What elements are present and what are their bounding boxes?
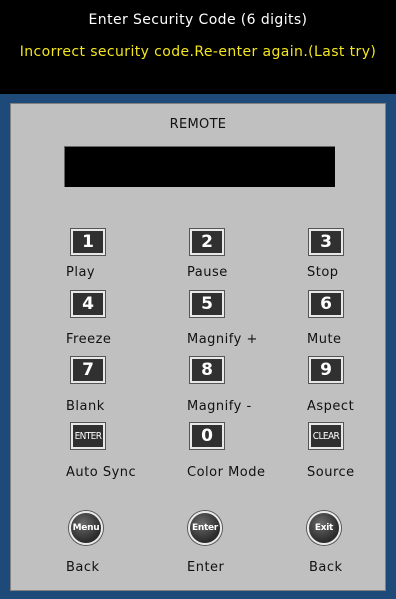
incorrect-code-warning: Incorrect security code.Re-enter again.(… xyxy=(19,44,377,60)
key-3-label: Stop xyxy=(307,265,339,280)
key-0-button[interactable]: 0 xyxy=(189,422,225,450)
security-code-title: Enter Security Code (6 digits) xyxy=(88,12,308,28)
key-6-label: Mute xyxy=(307,332,342,347)
key-5-button[interactable]: 5 xyxy=(189,290,225,318)
key-1-button[interactable]: 1 xyxy=(70,228,106,256)
key-1-label: Play xyxy=(66,265,96,280)
enter-key-label: Auto Sync xyxy=(66,465,137,480)
key-7-label: Blank xyxy=(66,399,105,414)
key-3-button[interactable]: 3 xyxy=(308,228,344,256)
code-display xyxy=(64,146,335,187)
clear-key-label: Source xyxy=(307,465,355,480)
key-5-label: Magnify + xyxy=(187,332,258,347)
key-4-label: Freeze xyxy=(66,332,112,347)
key-4-button[interactable]: 4 xyxy=(70,290,106,318)
remote-title: REMOTE xyxy=(169,117,227,132)
menu-round-button[interactable]: Menu xyxy=(69,511,103,545)
key-7-button[interactable]: 7 xyxy=(70,356,106,384)
key-8-button[interactable]: 8 xyxy=(189,356,225,384)
key-9-button[interactable]: 9 xyxy=(308,356,344,384)
exit-round-button[interactable]: Exit xyxy=(307,511,341,545)
enter-key-button[interactable]: ENTER xyxy=(70,422,106,450)
remote-panel: REMOTE 1 2 3 Play Pause Stop 4 5 6 Freez… xyxy=(10,103,386,591)
exit-round-label: Back xyxy=(309,560,343,575)
clear-key-button[interactable]: CLEAR xyxy=(308,422,344,450)
menu-round-label: Back xyxy=(66,560,100,575)
key-8-label: Magnify - xyxy=(187,399,252,414)
enter-round-label: Enter xyxy=(187,560,225,575)
key-0-label: Color Mode xyxy=(187,465,266,480)
key-2-label: Pause xyxy=(187,265,228,280)
enter-round-button[interactable]: Enter xyxy=(188,511,222,545)
key-2-button[interactable]: 2 xyxy=(189,228,225,256)
key-9-label: Aspect xyxy=(307,399,355,414)
key-6-button[interactable]: 6 xyxy=(308,290,344,318)
